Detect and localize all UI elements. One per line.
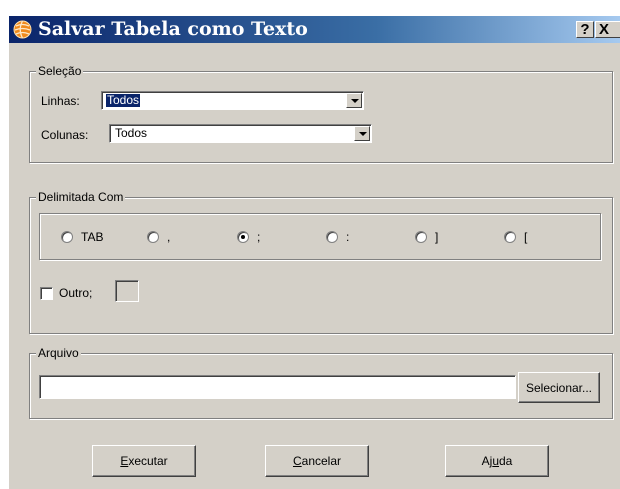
colunas-dropdown-button[interactable] — [354, 126, 370, 141]
ajuda-button[interactable]: Ajuda — [445, 445, 549, 477]
cancelar-button[interactable]: Cancelar — [265, 445, 369, 477]
linhas-dropdown-button[interactable] — [346, 93, 362, 108]
executar-button-label: Executar — [93, 454, 195, 468]
linhas-label: Linhas: — [41, 94, 80, 108]
executar-rest: xecutar — [128, 454, 168, 468]
ajuda-rest: da — [499, 454, 513, 468]
help-title-button[interactable]: ? — [576, 21, 594, 38]
radio-comma[interactable] — [147, 231, 159, 243]
radio-close-bracket[interactable] — [415, 231, 427, 243]
selecao-group: Seleção Linhas: Todos Colunas: Todos — [29, 64, 613, 163]
window-title: Salvar Tabela como Texto — [38, 18, 308, 40]
title-bar[interactable]: Salvar Tabela como Texto ? X — [9, 16, 620, 43]
outro-checkbox[interactable] — [40, 287, 53, 300]
delimiter-options-box: TAB , ; : ] [ — [39, 213, 601, 260]
ajuda-mnemonic: u — [492, 454, 499, 468]
radio-tab-label: TAB — [81, 230, 104, 244]
radio-open-bracket[interactable] — [504, 231, 516, 243]
radio-close-bracket-label: ] — [435, 230, 439, 244]
arquivo-legend: Arquivo — [36, 346, 81, 360]
radio-semicolon[interactable] — [237, 231, 249, 243]
help-icon: ? — [580, 21, 590, 38]
radio-open-bracket-label: [ — [524, 230, 528, 244]
delimitada-group: Delimitada Com TAB , ; : ] [ Outro; — [29, 190, 613, 334]
outro-field[interactable] — [115, 280, 139, 302]
ajuda-button-label: Ajuda — [446, 454, 548, 468]
cancelar-mnemonic: C — [292, 454, 302, 468]
close-button[interactable]: X — [595, 21, 620, 38]
delimitada-legend: Delimitada Com — [36, 190, 126, 204]
radio-colon-label: : — [346, 230, 350, 244]
ajuda-prefix: Aj — [481, 454, 493, 468]
outro-label: Outro; — [59, 286, 93, 300]
radio-tab[interactable] — [61, 231, 73, 243]
chevron-down-icon — [359, 132, 367, 136]
globe-icon — [13, 20, 32, 39]
selecionar-button[interactable]: Selecionar... — [518, 372, 600, 403]
dialog-window: Salvar Tabela como Texto ? X Seleção Lin… — [8, 15, 620, 489]
colunas-dropdown[interactable]: Todos — [109, 124, 372, 143]
cancelar-rest: ancelar — [301, 454, 342, 468]
file-path-input[interactable] — [39, 375, 516, 399]
radio-comma-label: , — [167, 230, 171, 244]
selecionar-button-label: Selecionar... — [525, 380, 593, 395]
linhas-dropdown[interactable]: Todos — [101, 91, 364, 110]
arquivo-group: Arquivo Selecionar... — [29, 346, 613, 419]
radio-semicolon-label: ; — [257, 230, 261, 244]
selecao-legend: Seleção — [36, 64, 84, 78]
radio-colon[interactable] — [326, 231, 338, 243]
colunas-value: Todos — [115, 126, 148, 140]
cancelar-button-label: Cancelar — [266, 454, 368, 468]
linhas-value: Todos — [104, 93, 142, 108]
executar-button[interactable]: Executar — [92, 445, 196, 477]
chevron-down-icon — [351, 99, 359, 103]
close-icon: X — [599, 21, 610, 38]
colunas-label: Colunas: — [41, 128, 89, 142]
